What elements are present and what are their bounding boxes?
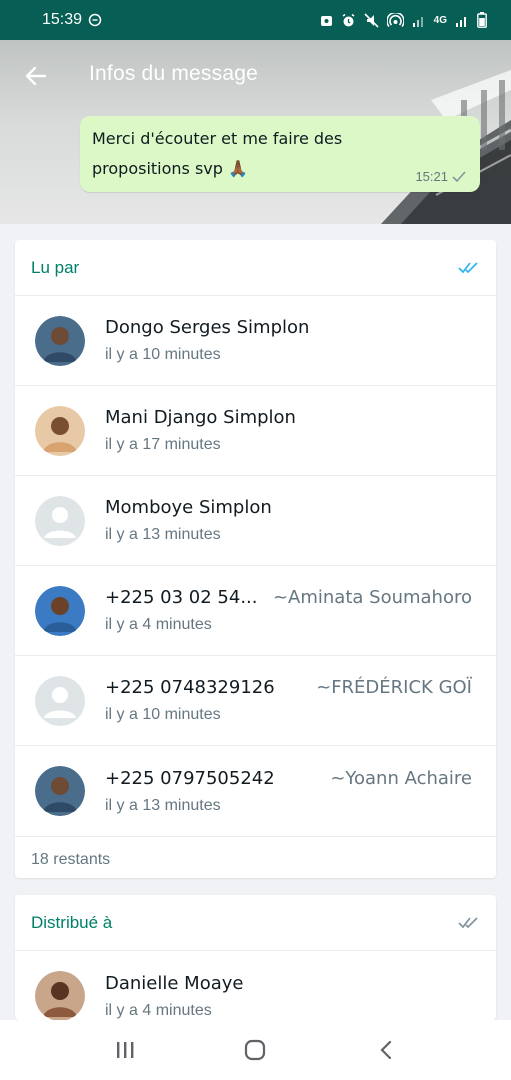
message-info-header: Infos du message Merci d'écouter et me f…	[0, 40, 511, 224]
double-check-blue-icon	[458, 261, 478, 273]
contact-info: Mani Django Simplon il y a 17 minutes	[105, 407, 496, 454]
signal-icon	[412, 14, 426, 27]
avatar[interactable]	[35, 675, 85, 726]
notification-icon	[320, 13, 333, 27]
contact-row[interactable]: +225 03 02 54... ~Aminata Soumahoro il y a…	[15, 566, 496, 656]
contact-info: Momboye Simplon il y a 13 minutes	[105, 497, 496, 544]
contact-row[interactable]: Danielle Moaye il y a 4 minutes	[15, 951, 496, 1020]
read-time: il y a 17 minutes	[105, 436, 221, 453]
profile-photo-icon	[35, 766, 85, 816]
navigation-bar	[0, 1020, 511, 1080]
contact-name: Dongo Serges Simplon	[105, 317, 310, 338]
contact-name: +225 0748329126	[105, 677, 275, 698]
recent-apps-icon	[117, 1042, 134, 1058]
contact-name-line: +225 0748329126 ~FRÉDÉRICK GOÏ	[105, 677, 472, 698]
page-title: Infos du message	[89, 62, 258, 85]
profile-photo-icon	[35, 315, 85, 366]
contact-info: +225 0748329126 ~FRÉDÉRICK GOÏ il y a 10 m…	[105, 677, 496, 724]
contact-info: Dongo Serges Simplon il y a 10 minutes	[105, 317, 496, 364]
arrow-left-icon	[25, 66, 47, 86]
read-time: il y a 10 minutes	[105, 706, 221, 723]
avatar[interactable]	[35, 405, 85, 456]
contact-pushname: ~Aminata Soumahoro	[272, 587, 472, 608]
status-time: 15:39	[42, 11, 83, 28]
avatar[interactable]	[35, 766, 85, 816]
contact-name: Danielle Moaye	[105, 972, 244, 994]
contact-name: +225 03 02 54...	[105, 587, 258, 608]
message-bubble[interactable]: Merci d'écouter et me faire des proposit…	[80, 116, 480, 192]
read-time: il y a 10 minutes	[105, 346, 221, 363]
delivered-to-header: Distribué à	[15, 895, 496, 951]
hotspot-icon	[386, 12, 404, 28]
message-meta: 15:21	[415, 169, 466, 184]
contact-name-line: Momboye Simplon	[105, 497, 472, 518]
whatsapp-notification-icon	[88, 13, 102, 27]
read-time: il y a 13 minutes	[105, 796, 221, 814]
back-nav-button[interactable]	[366, 1030, 406, 1070]
contact-row[interactable]: +225 0748329126 ~FRÉDÉRICK GOÏ il y a 10 m…	[15, 656, 496, 746]
avatar[interactable]	[35, 971, 85, 1020]
home-icon	[245, 1039, 266, 1061]
contact-name-line: +225 03 02 54... ~Aminata Soumahoro	[105, 587, 472, 608]
avatar[interactable]	[35, 315, 85, 366]
remaining-count[interactable]: 18 restants	[15, 836, 496, 882]
read-time: il y a 4 minutes	[105, 616, 212, 633]
contact-pushname: ~FRÉDÉRICK GOÏ	[316, 677, 472, 698]
contact-name-line: Mani Django Simplon	[105, 407, 472, 428]
profile-photo-icon	[35, 971, 85, 1020]
profile-photo-icon	[35, 405, 85, 456]
contact-name: Mani Django Simplon	[105, 407, 296, 428]
contact-name-line: Danielle Moaye	[105, 973, 472, 994]
contact-info: Danielle Moaye il y a 4 minutes	[105, 973, 496, 1020]
contact-name: +225 0797505242	[105, 767, 275, 789]
contact-row[interactable]: Dongo Serges Simplon il y a 10 minutes	[15, 296, 496, 386]
signal-icon	[455, 14, 469, 27]
message-time: 15:21	[415, 169, 448, 184]
battery-icon	[477, 12, 487, 28]
contact-info: +225 03 02 54... ~Aminata Soumahoro il y a…	[105, 587, 496, 634]
delivered-to-section: Distribué à Danielle Moaye il y a 4 minut…	[15, 895, 496, 1020]
message-text: Merci d'écouter et me faire des proposit…	[92, 129, 343, 178]
read-by-list: Dongo Serges Simplon il y a 10 minutes Man…	[15, 296, 496, 836]
default-avatar-icon	[35, 675, 85, 726]
contact-pushname: ~Yoann Achaire	[330, 767, 472, 789]
read-time: il y a 4 minutes	[105, 1001, 212, 1019]
read-by-section: Lu par Dongo Serges Simplon il y a 10 min…	[15, 240, 496, 878]
avatar[interactable]	[35, 495, 85, 546]
read-by-header: Lu par	[15, 240, 496, 296]
contact-info: +225 0797505242 ~Yoann Achaire il y a 13 m…	[105, 768, 496, 815]
read-time: il y a 13 minutes	[105, 526, 221, 543]
delivered-to-title: Distribué à	[31, 912, 113, 932]
home-button[interactable]	[235, 1030, 275, 1070]
contact-row[interactable]: Mani Django Simplon il y a 17 minutes	[15, 386, 496, 476]
contact-name-line: +225 0797505242 ~Yoann Achaire	[105, 768, 472, 789]
back-button[interactable]	[22, 62, 50, 90]
contact-name: Momboye Simplon	[105, 497, 272, 518]
read-by-title: Lu par	[31, 257, 80, 277]
delivered-to-list: Danielle Moaye il y a 4 minutes	[15, 951, 496, 1020]
back-icon	[380, 1040, 391, 1060]
avatar[interactable]	[35, 585, 85, 636]
contact-name-line: Dongo Serges Simplon	[105, 317, 472, 338]
alarm-icon	[341, 13, 356, 28]
double-check-grey-icon	[458, 916, 478, 928]
contact-row[interactable]: Momboye Simplon il y a 13 minutes	[15, 476, 496, 566]
profile-photo-icon	[35, 585, 85, 636]
status-bar: 15:39 4G	[0, 0, 511, 40]
network-type: 4G	[433, 14, 447, 26]
recent-apps-button[interactable]	[105, 1030, 145, 1070]
default-avatar-icon	[35, 495, 85, 546]
single-check-icon	[452, 171, 466, 182]
mute-icon	[364, 12, 379, 28]
contact-row[interactable]: +225 0797505242 ~Yoann Achaire il y a 13 m…	[15, 746, 496, 836]
